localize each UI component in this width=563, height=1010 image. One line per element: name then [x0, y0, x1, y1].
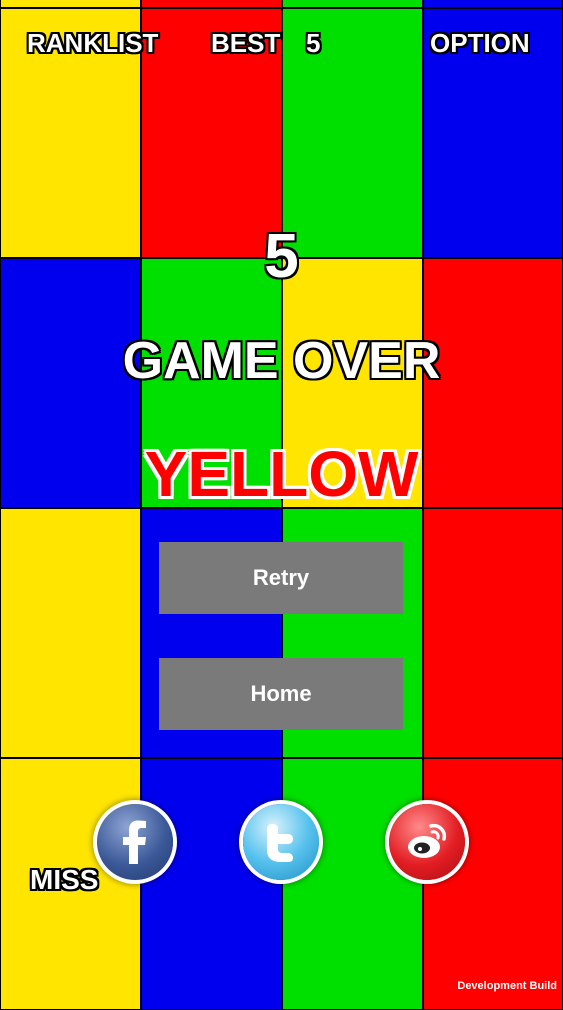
retry-button[interactable]: Retry [159, 542, 403, 614]
development-build-label: Development Build [457, 980, 557, 992]
color-tile[interactable] [423, 758, 563, 1010]
miss-label: MISS [30, 864, 99, 895]
best-score-value: 5 [306, 28, 321, 58]
best-score-label: BEST [211, 28, 281, 58]
twitter-icon [267, 824, 293, 862]
current-score: 5 [264, 222, 299, 291]
color-tile[interactable] [282, 8, 423, 258]
color-tile[interactable] [282, 758, 423, 1010]
facebook-share-button[interactable] [97, 804, 173, 880]
color-tile[interactable] [423, 508, 563, 758]
target-color-word: YELLOW [144, 438, 419, 510]
color-tile[interactable] [282, 0, 423, 8]
color-tile[interactable] [141, 758, 282, 1010]
color-tile[interactable] [423, 0, 563, 8]
color-tile[interactable] [0, 508, 141, 758]
facebook-icon [123, 820, 146, 864]
game-over-title: GAME OVER [122, 332, 441, 390]
color-tile[interactable] [141, 0, 282, 8]
twitter-share-button[interactable] [243, 804, 319, 880]
weibo-share-button[interactable] [389, 804, 465, 880]
weibo-icon [408, 823, 447, 858]
home-button[interactable]: Home [159, 658, 403, 730]
ranklist-button[interactable]: RANKLIST [27, 28, 158, 58]
option-button[interactable]: OPTION [430, 28, 530, 58]
color-tile[interactable] [0, 0, 141, 8]
